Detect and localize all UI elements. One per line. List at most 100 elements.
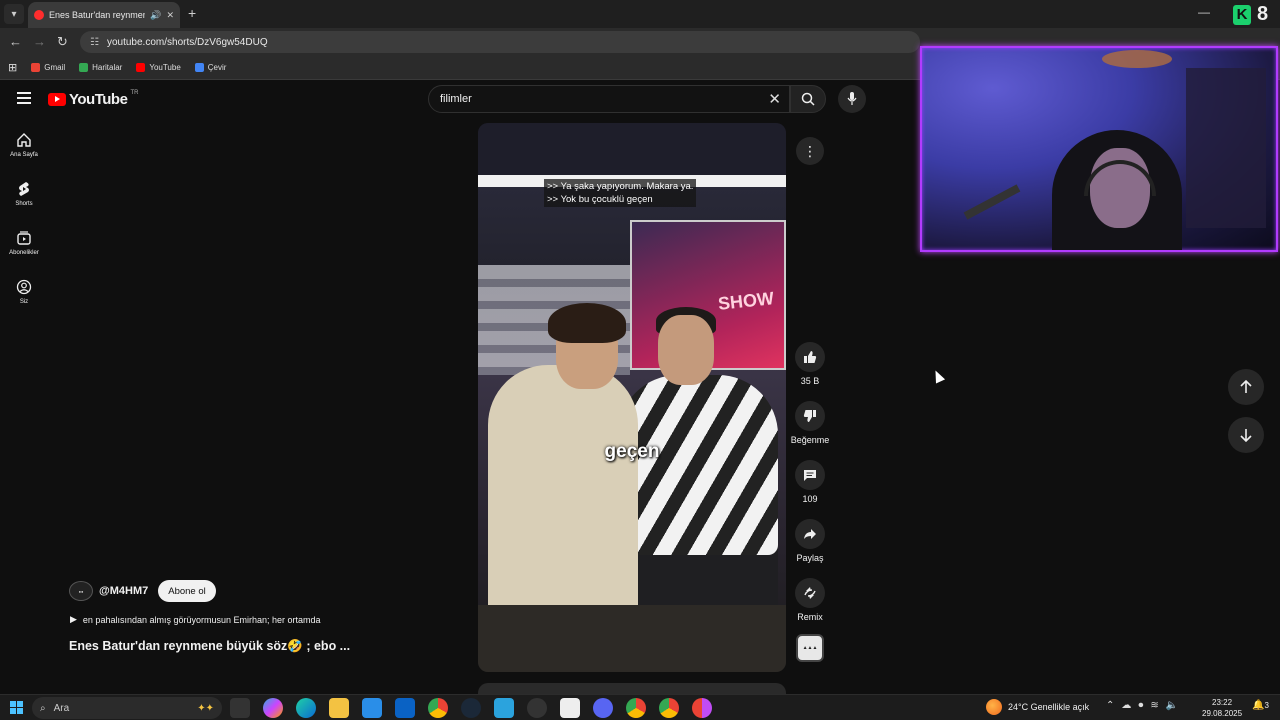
nav-home[interactable]: Ana Sayfa xyxy=(0,132,48,158)
mic-tray-icon[interactable]: ⏺ xyxy=(1138,700,1143,711)
channel-sound-avatar[interactable]: ▲▲▲ xyxy=(796,634,824,662)
file-explorer-icon[interactable] xyxy=(329,698,349,718)
maps-icon xyxy=(79,63,89,72)
voice-search-button[interactable] xyxy=(838,85,866,113)
chevron-up-icon[interactable]: ⌃ xyxy=(1106,700,1114,711)
forward-arrow-icon[interactable]: → xyxy=(33,34,46,49)
bookmark-label: Haritalar xyxy=(92,63,123,72)
chrome-icon[interactable] xyxy=(428,698,448,718)
region-code: TR xyxy=(130,89,139,96)
description-row[interactable]: ▶ en pahalısından almış görüyormusun Emi… xyxy=(70,614,321,625)
chrome-profile-3-icon[interactable] xyxy=(692,698,712,718)
next-short-button[interactable] xyxy=(1228,417,1264,453)
arrow-down-icon xyxy=(1240,429,1252,442)
dislike-label: Beğenme xyxy=(790,435,830,445)
obs-icon[interactable] xyxy=(527,698,547,718)
comments-button[interactable]: 109 xyxy=(790,460,830,504)
bookmark-youtube[interactable]: YouTube xyxy=(136,63,181,72)
browser-tab-active[interactable]: Enes Batur'dan reynmene büyük söz 🔊 ✕ xyxy=(28,2,180,28)
nav-label: Shorts xyxy=(15,201,33,207)
nav-subscriptions[interactable]: Abonelikler xyxy=(0,230,48,256)
search-icon: ⌕ xyxy=(40,702,46,714)
mouse-cursor-icon xyxy=(930,368,946,384)
notification-bell-icon[interactable]: 🔔3 xyxy=(1252,700,1269,711)
capcut-icon[interactable] xyxy=(560,698,580,718)
like-count: 35 B xyxy=(800,376,820,386)
discord-icon[interactable] xyxy=(593,698,613,718)
cloud-icon[interactable]: ☁ xyxy=(1121,700,1131,711)
speaker-icon[interactable]: 🔊 xyxy=(150,10,161,21)
previous-short-button[interactable] xyxy=(1228,369,1264,405)
thumbs-up-icon xyxy=(804,351,817,363)
wifi-icon[interactable]: ≋ xyxy=(1150,700,1158,711)
weather-text: 24°C Genellikle açık xyxy=(1008,702,1090,712)
youtube-play-icon xyxy=(48,93,66,106)
short-title[interactable]: Enes Batur'dan reynmene büyük söz🤣 ; ebo… xyxy=(69,639,350,654)
copilot-icon[interactable] xyxy=(263,698,283,718)
subscriptions-icon xyxy=(17,231,31,245)
dislike-button[interactable]: Beğenme xyxy=(790,401,830,445)
hamburger-menu-icon[interactable] xyxy=(17,92,31,104)
taskbar-apps xyxy=(230,698,712,718)
new-tab-plus-icon[interactable]: + xyxy=(188,5,196,21)
nav-label: Siz xyxy=(19,299,29,305)
share-button[interactable]: Paylaş xyxy=(790,519,830,563)
steam-icon[interactable] xyxy=(461,698,481,718)
edge-icon[interactable] xyxy=(296,698,316,718)
clear-search-icon[interactable]: ✕ xyxy=(768,90,781,108)
search-input[interactable]: filimler ✕ xyxy=(428,85,790,113)
translate-icon xyxy=(194,63,204,72)
table-foreground xyxy=(478,605,786,672)
task-view-icon[interactable] xyxy=(230,698,250,718)
taskbar-search-placeholder: Ara xyxy=(53,702,70,714)
channel-handle[interactable]: @M4HM7 xyxy=(99,585,148,597)
bookmark-translate[interactable]: Çevir xyxy=(194,63,226,72)
remix-label: Remix xyxy=(797,612,823,622)
url-field[interactable]: ☷ youtube.com/shorts/DzV6gw54DUQ xyxy=(80,31,920,53)
search-value: filimler xyxy=(440,93,472,105)
bookmark-gmail[interactable]: Gmail xyxy=(31,63,65,72)
tab-title: Enes Batur'dan reynmene büyük söz xyxy=(49,10,145,20)
taskbar-search[interactable]: ⌕ Ara ✦✦ xyxy=(32,697,222,719)
search-icon xyxy=(801,92,815,106)
chrome-profile-2-icon[interactable] xyxy=(659,698,679,718)
tab-list-chevron-icon[interactable]: ▾ xyxy=(4,4,24,24)
video-frame: SHOW xyxy=(478,175,786,672)
monitor-app-icon[interactable] xyxy=(494,698,514,718)
channel-avatar[interactable]: ●● xyxy=(69,581,93,601)
wing-logo-decoration xyxy=(1102,50,1172,68)
store-icon[interactable] xyxy=(362,698,382,718)
nav-shorts[interactable]: Shorts xyxy=(0,181,48,207)
back-arrow-icon[interactable]: ← xyxy=(9,34,22,49)
shorts-video-player[interactable]: SHOW >> Ya şaka yapıyorum. Makara ya. >>… xyxy=(478,123,786,672)
system-tray: ⌃ ☁ ⏺ ≋ 🔈 xyxy=(1106,700,1178,711)
windows-start-icon[interactable] xyxy=(10,701,23,714)
more-options-button[interactable]: ⋮ xyxy=(796,137,824,165)
taskbar-clock[interactable]: 23:22 29.08.2025 xyxy=(1202,697,1242,719)
copilot-sparkle-icon: ✦✦ xyxy=(197,702,214,714)
you-icon xyxy=(16,279,32,295)
home-icon xyxy=(17,133,31,147)
expand-caret-icon[interactable]: ▶ xyxy=(70,614,77,625)
minimize-window-icon[interactable]: — xyxy=(1198,5,1210,19)
site-info-icon[interactable]: ☷ xyxy=(90,37,99,48)
bookmark-maps[interactable]: Haritalar xyxy=(79,63,122,72)
chrome-profile-icon[interactable] xyxy=(626,698,646,718)
youtube-logo[interactable]: YouTube TR xyxy=(48,89,139,108)
subtitle-line: >> Yok bu çocuklü geçen xyxy=(547,194,653,205)
search-button[interactable] xyxy=(790,85,826,113)
volume-icon[interactable]: 🔈 xyxy=(1166,700,1178,711)
like-button[interactable]: 35 B xyxy=(790,342,830,386)
remix-button[interactable]: Remix xyxy=(790,578,830,622)
subscribe-button[interactable]: Abone ol xyxy=(158,580,216,602)
thumbs-down-icon xyxy=(803,410,816,422)
reload-icon[interactable]: ↻ xyxy=(57,34,68,50)
weather-widget[interactable]: 24°C Genellikle açık xyxy=(986,699,1089,715)
nav-you[interactable]: Siz xyxy=(0,279,48,305)
apps-grid-icon[interactable]: ⊞ xyxy=(8,61,17,74)
url-text: youtube.com/shorts/DzV6gw54DUQ xyxy=(106,36,268,48)
close-tab-icon[interactable]: ✕ xyxy=(166,10,174,21)
clock-time: 23:22 xyxy=(1212,698,1233,707)
mic-arm xyxy=(963,184,1021,220)
outlook-icon[interactable] xyxy=(395,698,415,718)
